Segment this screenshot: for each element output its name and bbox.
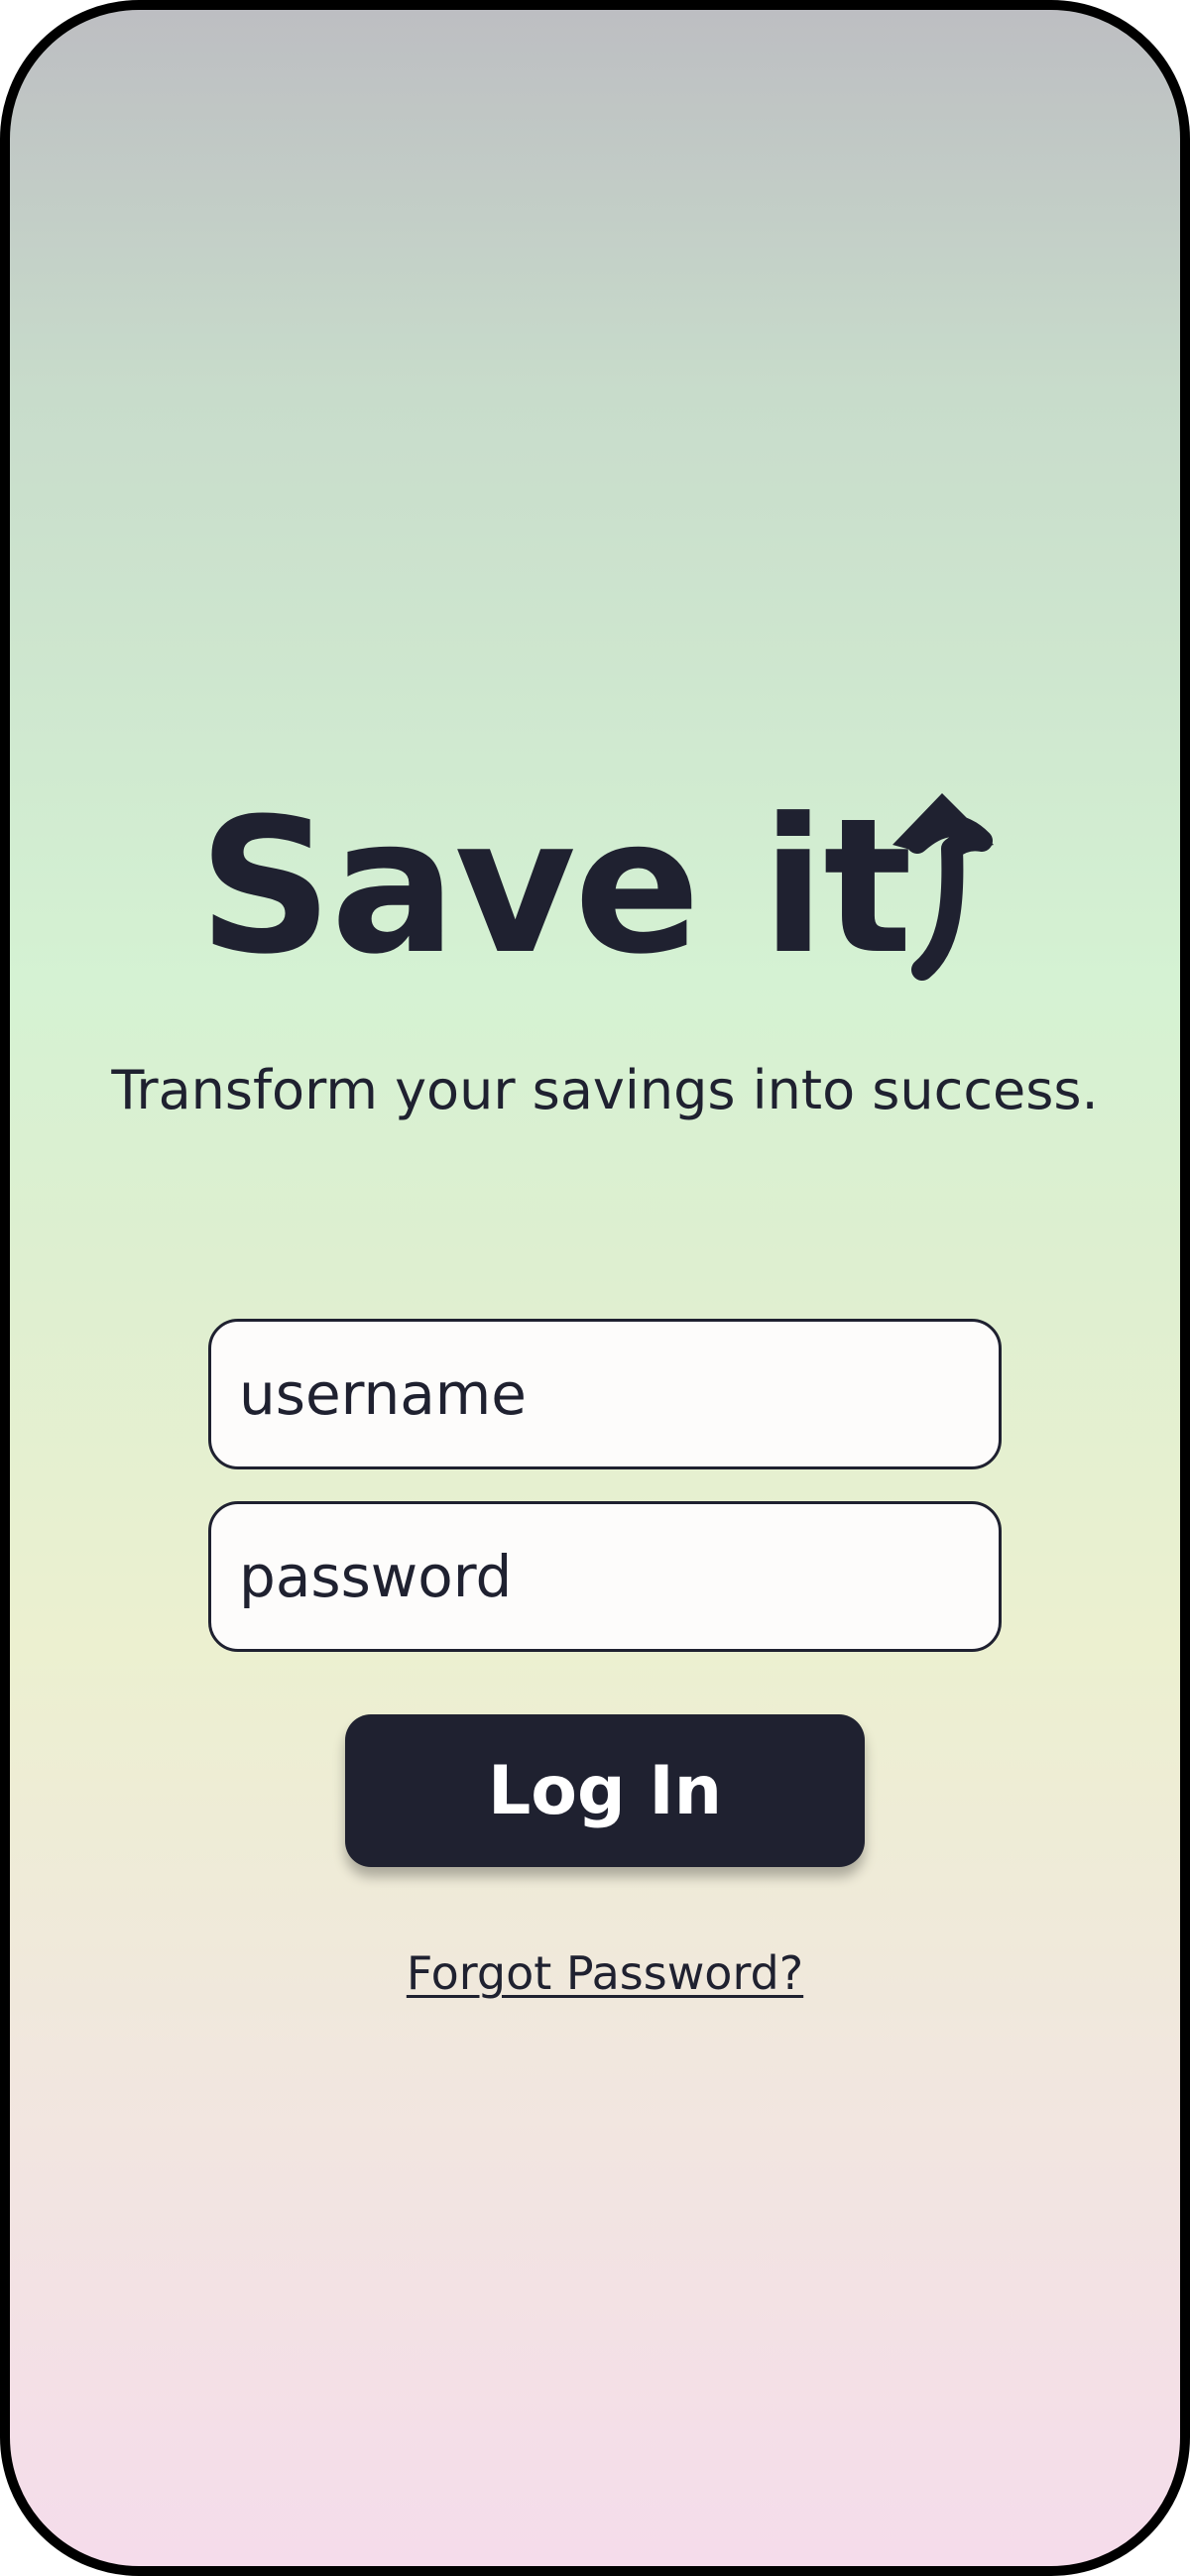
username-input[interactable]	[208, 1319, 1002, 1469]
app-logo: Save it	[198, 783, 1012, 992]
up-arrow-icon	[892, 793, 994, 981]
login-button[interactable]: Log In	[345, 1714, 865, 1867]
forgot-password-link[interactable]: Forgot Password?	[407, 1946, 803, 2000]
password-input[interactable]	[208, 1501, 1002, 1652]
tagline: Transform your savings into success.	[111, 1059, 1099, 1121]
forgot-password-container: Forgot Password?	[10, 1941, 1180, 2005]
logo-text: Save it	[198, 778, 912, 995]
phone-screen: Save it Transform your savings into succ…	[0, 0, 1190, 2576]
